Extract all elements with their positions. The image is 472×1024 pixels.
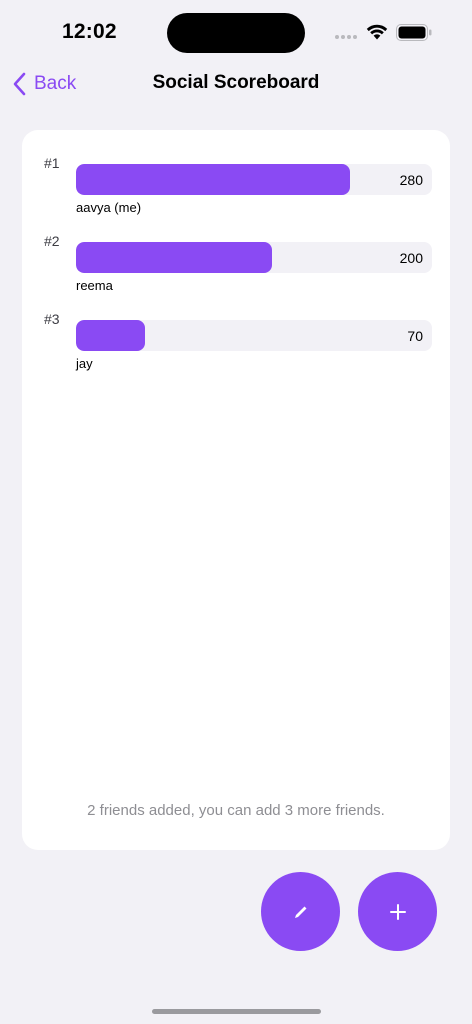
scoreboard-card: #1 280 aavya (me) #2 200 reema #3 70 jay… [22,130,450,850]
score-bar-fill [76,242,272,273]
scoreboard-row: #2 200 reema [22,225,450,293]
friend-name: aavya (me) [76,200,142,215]
rank-label: #3 [44,311,60,327]
score-bar-track: 280 [76,164,432,195]
wifi-icon [366,24,388,40]
score-bar-fill [76,164,350,195]
add-friend-button[interactable] [358,872,437,951]
score-value: 200 [399,250,423,266]
score-value: 280 [399,172,423,188]
score-bar-track: 70 [76,320,432,351]
scoreboard-row: #3 70 jay [22,303,450,371]
rank-label: #1 [44,155,60,171]
cellular-signal-icon [335,35,357,39]
home-indicator [152,1009,321,1014]
pencil-icon [294,906,306,918]
friends-count-note: 2 friends added, you can add 3 more frie… [87,802,385,819]
scoreboard-row: #1 280 aavya (me) [22,147,450,215]
score-bar-fill [76,320,145,351]
dynamic-island [167,13,305,53]
friend-name: jay [76,356,93,371]
score-bar-track: 200 [76,242,432,273]
navigation-bar: Back Social Scoreboard [0,62,472,106]
battery-icon [396,24,432,41]
rank-label: #2 [44,233,60,249]
status-time: 12:02 [62,20,117,43]
page-title: Social Scoreboard [152,72,320,93]
status-bar: 12:02 [0,0,472,62]
plus-icon [389,903,406,920]
edit-friends-button[interactable] [261,872,340,951]
score-value: 70 [407,328,423,344]
friend-name: reema [76,278,113,293]
